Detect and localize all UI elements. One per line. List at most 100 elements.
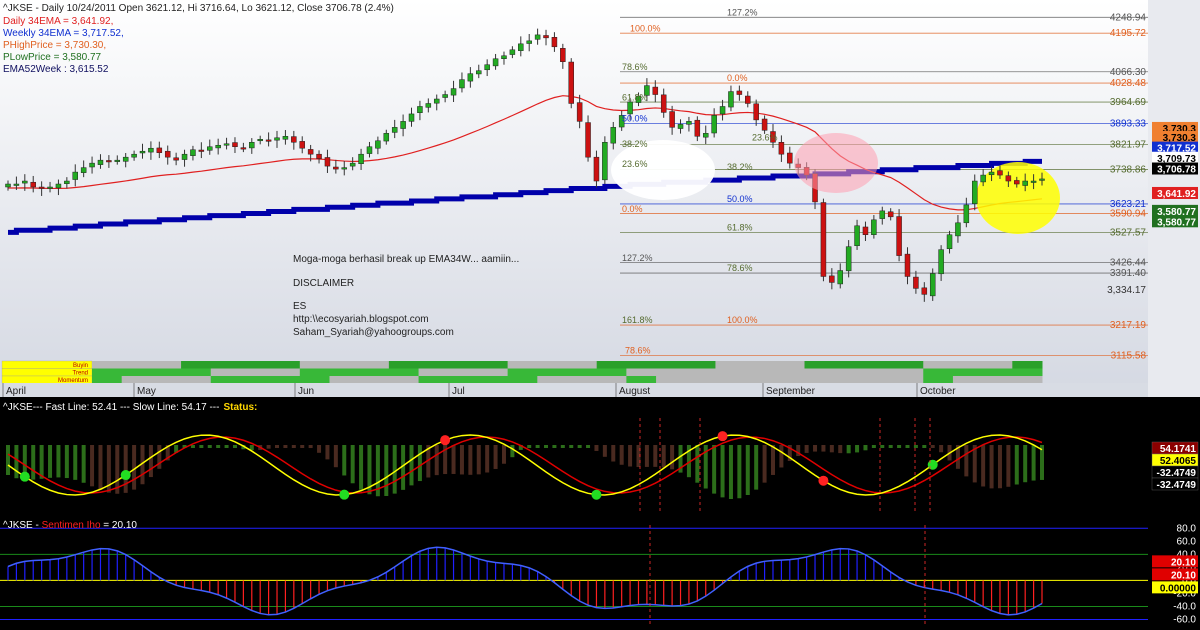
candle-body [660,94,667,113]
price-axis-label: 3738.86 [1110,164,1147,175]
sentiment-title-part: ^JKSE - [3,520,42,531]
candle-body [106,160,112,163]
candle-body [316,153,322,159]
ribbon-cell [210,376,241,384]
ribbon-cell [715,376,746,384]
signal-dot [19,471,30,482]
oscillator-tag: 52.4065 [1160,456,1197,467]
sentiment-tags: 20.10 20.10 0.00000 [1152,555,1198,594]
candle-body [518,43,524,51]
candle-body [787,152,793,164]
candle-body [551,37,558,48]
ribbon-cell [685,368,716,376]
oscillator-tag: -32.4749 [1157,480,1197,491]
ribbon-cell [448,368,479,376]
ribbon-cell [685,361,716,369]
annotation-blog: http:\\ecosyariah.blogspot.com [293,314,429,325]
candle-body [232,142,238,147]
sentiment-tag: 0.00000 [1160,583,1197,594]
ribbon-cell [329,361,360,369]
candle-body [820,202,827,277]
highlight-pink-ellipse [794,133,878,193]
candle-body [719,106,726,115]
candle-body [627,101,633,115]
price-axis-label: 4195.72 [1110,28,1147,39]
candle-body [745,95,751,104]
ribbon-cell [537,368,568,376]
ribbon-cell [834,361,865,369]
ribbon-cell [893,376,924,384]
ribbon-cell [626,361,657,369]
ribbon-cell [774,361,805,369]
ribbon-cell [151,361,182,369]
candle-body [156,147,163,153]
fib-label: 161.8% [622,315,653,325]
ribbon-cell [270,376,301,384]
candle-body [181,153,188,160]
ribbon-cell [863,368,895,376]
candle-body [89,162,95,168]
month-label: April [6,386,26,397]
fib-label: 100.0% [727,315,758,325]
ribbon-cell [982,368,1013,376]
signal-dot [591,489,602,500]
signal-ribbon: BuyinTrendMomentum [1,360,1043,384]
ribbon-cell [745,361,776,369]
candle-body [173,157,179,161]
candle-body [938,249,944,275]
candle-body [896,216,902,256]
candle-body [576,102,583,122]
candle-body [198,149,205,152]
candle-body [425,103,432,108]
indicator-legend-item: PLowPrice = 3,580.77 [3,52,102,63]
fib-label: 23.6% [752,132,778,142]
candle-body [669,111,675,128]
stock-chart: ^JKSE - Daily 10/24/2011 Open 3621.12, H… [0,0,1200,630]
oscillator-title-part: Status: [223,402,257,413]
candle-body [593,156,600,182]
ribbon-cell [685,376,716,384]
ribbon-cell [952,361,984,369]
ribbon-cell [359,368,390,376]
ribbon-cell [863,376,895,384]
ribbon-cell [299,368,330,376]
candle-body [122,156,129,162]
ribbon-cell [923,361,954,369]
candle-body [753,103,759,121]
candle-body [997,170,1003,176]
candle-body [988,171,995,176]
month-label: October [920,386,956,397]
ribbon-cell [834,376,865,384]
fib-label: 127.2% [727,8,758,18]
candle-body [459,79,465,89]
oscillator-tags: 54.174152.4065-32.4749-32.4749 [1151,441,1199,491]
candle-body [887,211,894,218]
price-axis-label: 3964.69 [1110,97,1147,108]
ribbon-cell [567,368,598,376]
ribbon-cell [952,376,984,384]
candle-body [148,147,154,153]
ribbon-cell [596,361,627,369]
ribbon-cell [181,376,212,384]
ribbon-cell [804,376,835,384]
ribbon-cell [596,368,627,376]
candle-body [652,86,659,95]
price-tag: 3,580.77 [1157,217,1196,228]
candle-body [686,121,692,125]
indicator-legend: Daily 34EMA = 3,641.92,Weekly 34EMA = 3,… [3,16,124,75]
annotation-disclaimer: DISCLAIMER [293,278,354,289]
signal-dot [120,470,131,481]
candle-body [677,124,684,129]
indicator-legend-item: Weekly 34EMA = 3,717.52, [3,28,124,39]
month-axis-bg [0,383,1148,397]
annotation-email: Saham_Syariah@yahoogroups.com [293,327,454,338]
ribbon-cell [893,361,924,369]
ribbon-cell [567,361,598,369]
price-axis-label: 3115.58 [1111,350,1147,361]
candle-body [476,70,482,75]
candle-body [980,174,986,183]
candle-body [139,150,146,154]
ribbon-cell [477,361,509,369]
ribbon-cell [656,376,687,384]
candle-body [257,139,263,142]
